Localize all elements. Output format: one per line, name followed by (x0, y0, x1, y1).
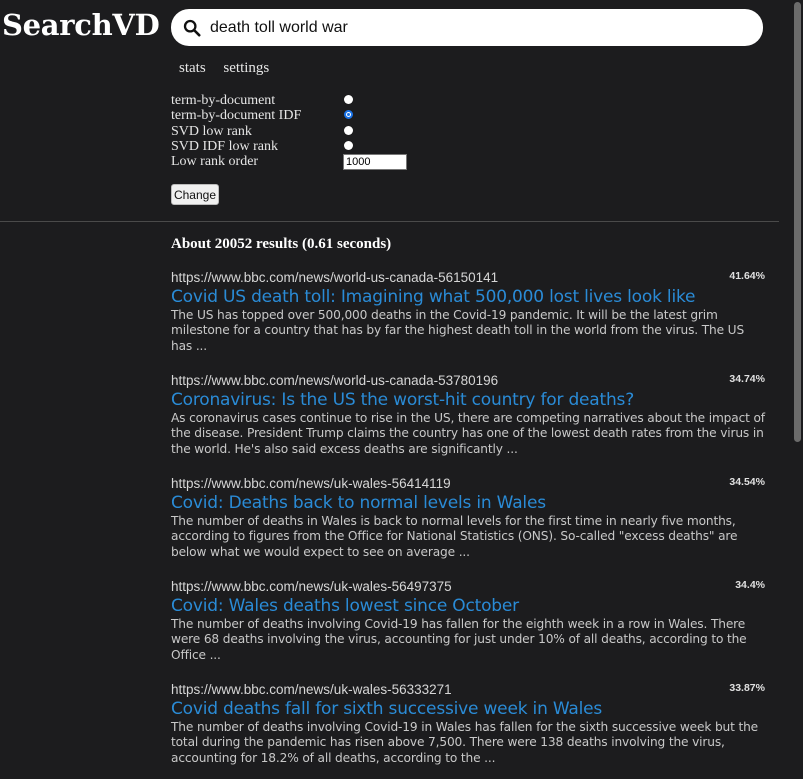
change-button[interactable]: Change (171, 184, 219, 205)
result-url: https://www.bbc.com/news/world-us-canada… (171, 373, 499, 388)
radio-svd-low-rank[interactable] (344, 125, 353, 135)
search-icon[interactable] (183, 19, 201, 37)
result-item: https://www.bbc.com/news/uk-wales-564141… (171, 475, 765, 578)
low-rank-order-input[interactable] (343, 154, 407, 171)
result-url: https://www.bbc.com/news/uk-wales-564973… (171, 579, 452, 594)
option-label: term-by-document (171, 93, 276, 108)
top-nav: stats settings (179, 60, 283, 77)
option-label: SVD low rank (171, 123, 252, 139)
option-term-by-document-idf: term-by-document IDF (171, 108, 411, 123)
divider (0, 221, 779, 222)
result-score: 33.87% (729, 682, 765, 694)
stats-link[interactable]: stats (179, 60, 206, 76)
result-url: https://www.bbc.com/news/world-us-canada… (171, 270, 499, 285)
radio-term-by-document-idf[interactable] (344, 110, 353, 120)
result-count: About 20052 results (0.61 seconds) (171, 236, 392, 252)
result-item: https://www.bbc.com/news/world-us-canada… (171, 372, 765, 475)
app-logo[interactable]: SearchVD (2, 8, 160, 42)
option-label: term-by-document IDF (171, 108, 302, 124)
scrollbar[interactable] (791, 0, 803, 779)
option-svd-idf-low-rank: SVD IDF low rank (171, 139, 411, 154)
result-item: https://www.bbc.com/news/world-us-canada… (171, 269, 765, 372)
scrollbar-thumb[interactable] (794, 2, 801, 442)
radio-svd-idf-low-rank[interactable] (344, 140, 353, 150)
settings-link[interactable]: settings (223, 60, 269, 76)
search-input[interactable] (210, 18, 750, 37)
option-svd-low-rank: SVD low rank (171, 124, 411, 139)
result-title-link[interactable]: Coronavirus: Is the US the worst-hit cou… (171, 389, 765, 411)
result-score: 41.64% (729, 270, 765, 282)
result-item: https://www.bbc.com/news/uk-wales-563332… (171, 681, 765, 779)
low-rank-order-label: Low rank order (171, 154, 259, 170)
option-low-rank-order: Low rank order (171, 154, 411, 171)
result-snippet: The US has topped over 500,000 deaths in… (171, 308, 745, 353)
option-term-by-document: term-by-document (171, 93, 411, 108)
radio-term-by-document[interactable] (344, 95, 353, 104)
result-title-link[interactable]: Covid: Deaths back to normal levels in W… (171, 492, 765, 514)
result-title-link[interactable]: Covid: Wales deaths lowest since October (171, 595, 765, 617)
ranking-options: term-by-document term-by-document IDF SV… (171, 93, 411, 171)
result-score: 34.4% (735, 579, 765, 591)
result-score: 34.54% (729, 476, 765, 488)
results-list: https://www.bbc.com/news/world-us-canada… (171, 269, 765, 779)
result-item: https://www.bbc.com/news/uk-wales-564973… (171, 578, 765, 681)
result-snippet: The number of deaths involving Covid-19 … (171, 617, 747, 662)
option-label: SVD IDF low rank (171, 138, 278, 154)
result-snippet: As coronavirus cases continue to rise in… (171, 411, 765, 456)
result-url: https://www.bbc.com/news/uk-wales-563332… (171, 682, 452, 697)
result-url: https://www.bbc.com/news/uk-wales-564141… (171, 476, 451, 491)
result-snippet: The number of deaths involving Covid-19 … (171, 720, 759, 765)
result-title-link[interactable]: Covid US death toll: Imagining what 500,… (171, 286, 765, 308)
search-bar[interactable] (171, 9, 763, 46)
result-snippet: The number of deaths in Wales is back to… (171, 514, 738, 559)
result-score: 34.74% (729, 373, 765, 385)
result-title-link[interactable]: Covid deaths fall for sixth successive w… (171, 698, 765, 720)
